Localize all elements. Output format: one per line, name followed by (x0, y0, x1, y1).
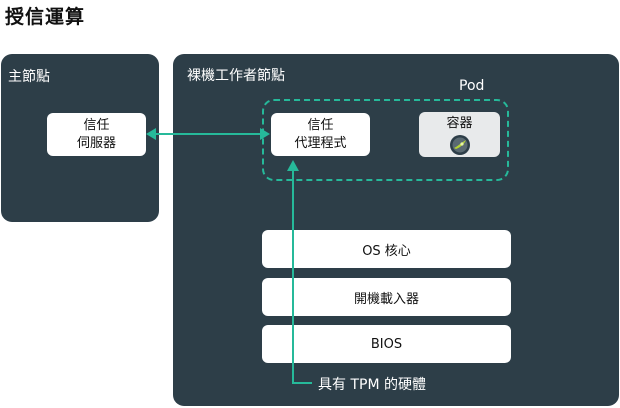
connector-overlay (146, 128, 312, 384)
bidirectional-arrow (146, 128, 270, 140)
hardware-measurement-arrow (287, 160, 312, 384)
